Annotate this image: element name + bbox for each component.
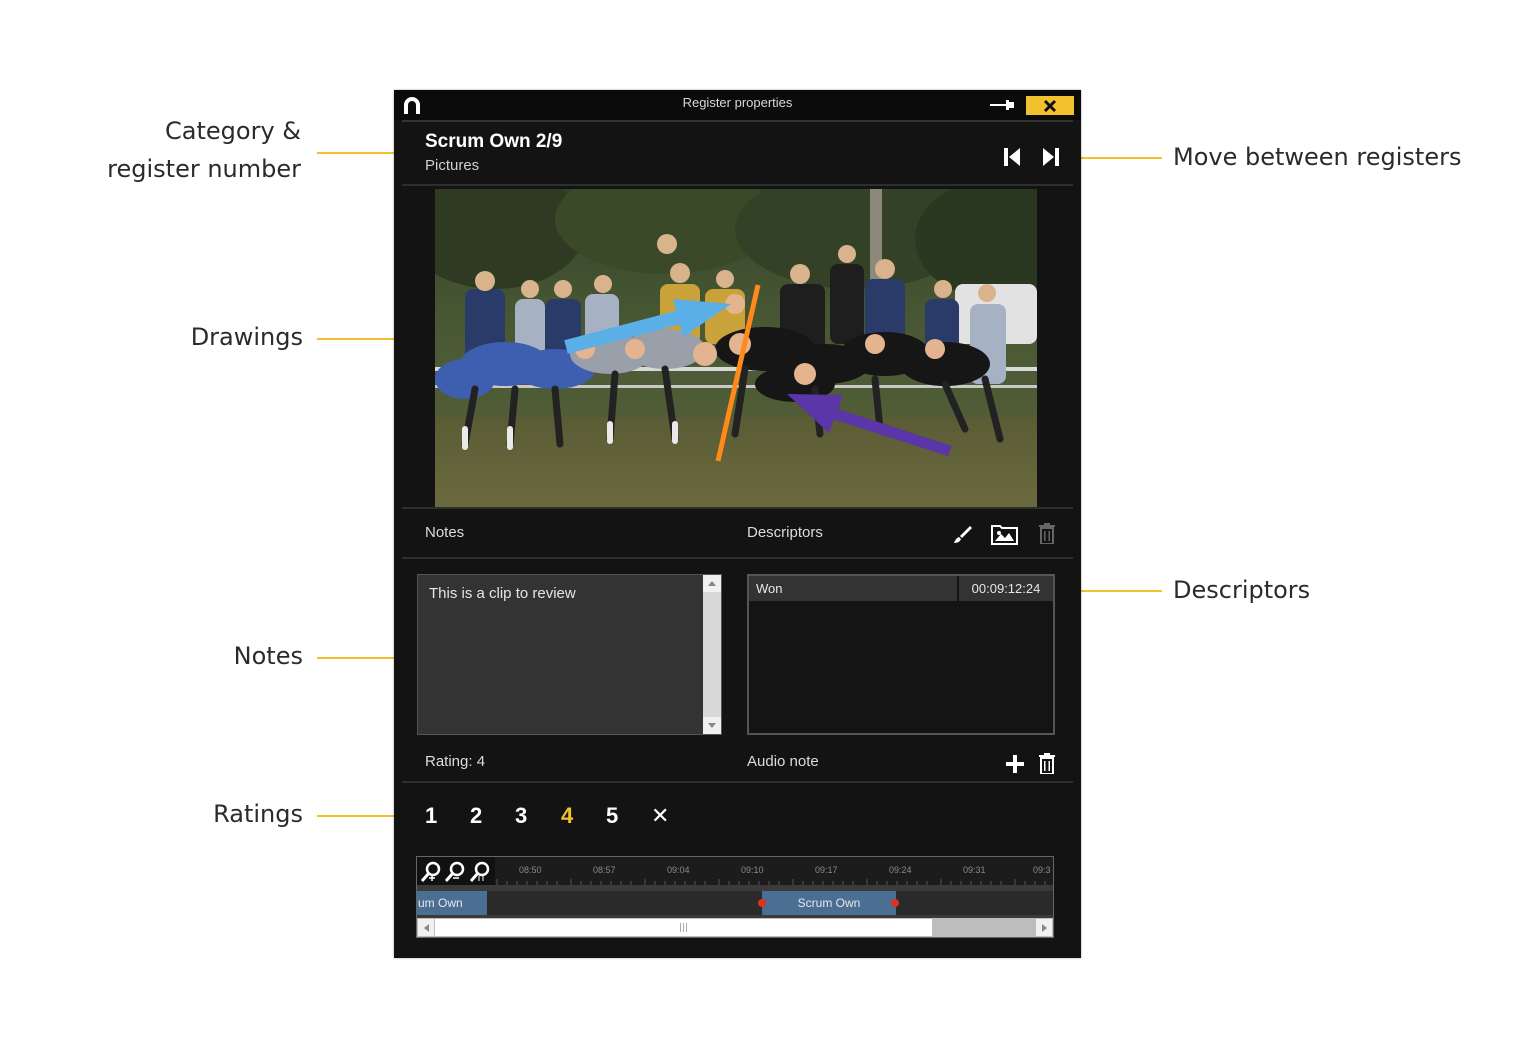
trash-icon[interactable]: [1039, 523, 1055, 544]
callout-category: Category & register number: [107, 112, 301, 188]
zoom-in-icon[interactable]: [420, 861, 442, 883]
first-register-icon[interactable]: [1003, 147, 1021, 167]
register-title: Scrum Own 2/9: [425, 131, 563, 152]
close-button[interactable]: [1026, 96, 1074, 115]
callout-descriptors: Descriptors: [1173, 576, 1311, 604]
title-separator: [402, 120, 1073, 122]
pin-icon[interactable]: [990, 99, 1016, 111]
notes-textarea[interactable]: This is a clip to review: [417, 574, 722, 735]
rating-5[interactable]: 5: [606, 803, 618, 829]
audio-note-label: Audio note: [747, 753, 819, 770]
zoom-out-icon[interactable]: [444, 861, 466, 883]
callout-drawings: Drawings: [190, 323, 303, 351]
brush-icon[interactable]: [953, 524, 973, 544]
ruler-tick-label: 09:17: [815, 865, 838, 875]
timeline-track[interactable]: um Own Scrum Own: [417, 891, 1053, 915]
audio-trash-icon[interactable]: [1039, 753, 1055, 774]
scroll-left-button[interactable]: [418, 919, 434, 936]
timeline-clip[interactable]: um Own: [417, 891, 487, 915]
ruler-tick-label: 08:50: [519, 865, 542, 875]
title-bar[interactable]: Register properties: [394, 90, 1081, 120]
grip-icon: [680, 923, 687, 932]
chevron-down-icon: [708, 723, 716, 728]
clip-start-marker[interactable]: [758, 899, 766, 907]
callout-move: Move between registers: [1173, 143, 1462, 171]
rating-label: Rating: 4: [425, 753, 486, 770]
callout-ratings: Ratings: [213, 800, 303, 828]
register-properties-window: Register properties Scrum Own 2/9 Pictur…: [394, 90, 1081, 958]
descriptor-time: 00:09:12:24: [959, 576, 1053, 601]
callout-move-line: [1076, 157, 1162, 159]
zoom-reset-icon[interactable]: [469, 861, 491, 883]
add-icon[interactable]: [1005, 754, 1025, 774]
scroll-right-button[interactable]: [1036, 919, 1052, 936]
ruler-tick-label: 09:04: [667, 865, 690, 875]
scrum-photo: [435, 189, 1037, 507]
rating-clear[interactable]: ✕: [651, 803, 669, 829]
timeline-clip-selected[interactable]: Scrum Own: [762, 891, 896, 915]
picture-separator: [402, 507, 1073, 509]
ruler-tick-label: 09:24: [889, 865, 912, 875]
close-icon: [1043, 99, 1057, 112]
callout-notes-line: [317, 657, 405, 659]
notes-text: This is a clip to review: [429, 585, 576, 602]
ruler-tick-label: 09:3: [1033, 865, 1051, 875]
scroll-up-button[interactable]: [703, 575, 721, 592]
header-separator: [402, 184, 1073, 186]
clip-end-marker[interactable]: [891, 899, 899, 907]
notes-label: Notes: [425, 524, 465, 541]
scroll-down-button[interactable]: [703, 717, 721, 734]
scroll-thumb[interactable]: [435, 919, 932, 936]
notes-scrollbar[interactable]: [703, 575, 721, 734]
ruler-tick-label: 09:31: [963, 865, 986, 875]
callout-notes: Notes: [233, 642, 303, 670]
rating-2[interactable]: 2: [470, 803, 482, 829]
window-title: Register properties: [682, 95, 793, 110]
rating-separator: [402, 781, 1073, 783]
timeline-ruler[interactable]: 08:50 08:57 09:04 09:10 09:17 09:24 09:3…: [495, 857, 1053, 885]
register-category: Pictures: [425, 157, 480, 174]
register-picture[interactable]: [435, 189, 1037, 507]
descriptor-row[interactable]: Won 00:09:12:24: [749, 576, 1053, 601]
chevron-up-icon: [708, 581, 716, 586]
chevron-right-icon: [1041, 923, 1047, 932]
descriptor-name: Won: [749, 576, 957, 601]
timeline[interactable]: 08:50 08:57 09:04 09:10 09:17 09:24 09:3…: [416, 856, 1054, 938]
notes-header-separator: [402, 557, 1073, 559]
ruler-tick-label: 08:57: [593, 865, 616, 875]
callout-category-line2: register number: [107, 155, 301, 183]
callout-category-line1: Category &: [165, 117, 301, 145]
next-register-icon[interactable]: [1042, 147, 1060, 167]
chevron-left-icon: [423, 923, 429, 932]
rating-3[interactable]: 3: [515, 803, 527, 829]
descriptors-list[interactable]: Won 00:09:12:24: [747, 574, 1055, 735]
zoom-controls: [417, 857, 495, 885]
callout-ratings-line: [317, 815, 402, 817]
timeline-scrollbar[interactable]: [417, 918, 1053, 937]
rating-4[interactable]: 4: [561, 803, 573, 829]
image-folder-icon[interactable]: [991, 523, 1018, 545]
ruler-tick-label: 09:10: [741, 865, 764, 875]
rating-1[interactable]: 1: [425, 803, 437, 829]
descriptors-label: Descriptors: [747, 524, 823, 541]
